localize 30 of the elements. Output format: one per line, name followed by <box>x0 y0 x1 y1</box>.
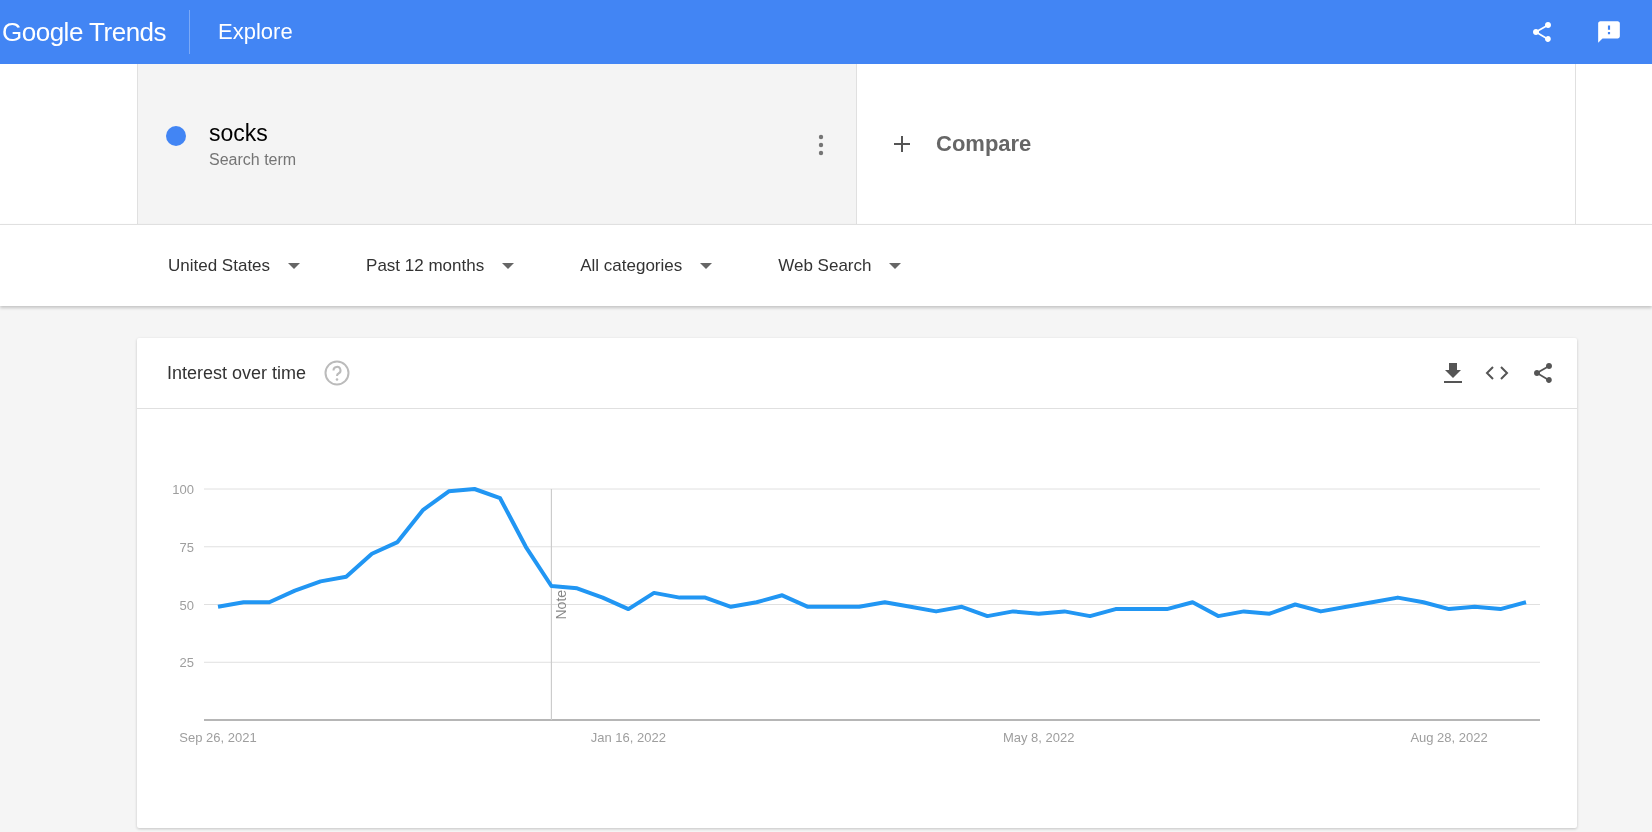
embed-icon[interactable] <box>1485 365 1509 381</box>
caret-icon <box>288 262 301 269</box>
filter-dropdown[interactable]: All categories <box>580 255 713 276</box>
share-icon[interactable] <box>1531 361 1555 385</box>
note-label[interactable]: Note <box>553 589 570 620</box>
share-icon[interactable] <box>1530 20 1554 44</box>
feedback-icon[interactable] <box>1596 19 1622 45</box>
term-type: Search term <box>209 151 298 169</box>
download-icon[interactable] <box>1443 362 1463 384</box>
page-title: Explore <box>218 19 293 45</box>
x-tick-label: Jan 16, 2022 <box>590 730 666 745</box>
y-tick-label: 75 <box>179 539 194 555</box>
plus-icon <box>893 135 911 153</box>
caret-icon <box>502 262 515 269</box>
y-tick-label: 50 <box>179 597 194 613</box>
caret-icon <box>889 262 902 269</box>
x-tick-label: Sep 26, 2021 <box>179 730 257 745</box>
filter-dropdown[interactable]: Web Search <box>778 255 902 276</box>
term-name: socks <box>209 120 269 147</box>
y-tick-label: 25 <box>179 655 194 671</box>
filter-dropdown[interactable]: Past 12 months <box>366 255 515 276</box>
x-tick-label: Aug 28, 2022 <box>1410 730 1488 745</box>
y-tick-label: 100 <box>172 482 194 497</box>
more-icon[interactable] <box>818 134 824 156</box>
logo[interactable]: Google Trends <box>0 16 167 48</box>
search-term-card[interactable]: socks Search term <box>137 64 856 224</box>
filter-dropdown[interactable]: United States <box>168 255 301 276</box>
x-tick-label: May 8, 2022 <box>1002 730 1075 745</box>
card-title: Interest over time <box>167 362 307 384</box>
caret-icon <box>700 262 713 269</box>
